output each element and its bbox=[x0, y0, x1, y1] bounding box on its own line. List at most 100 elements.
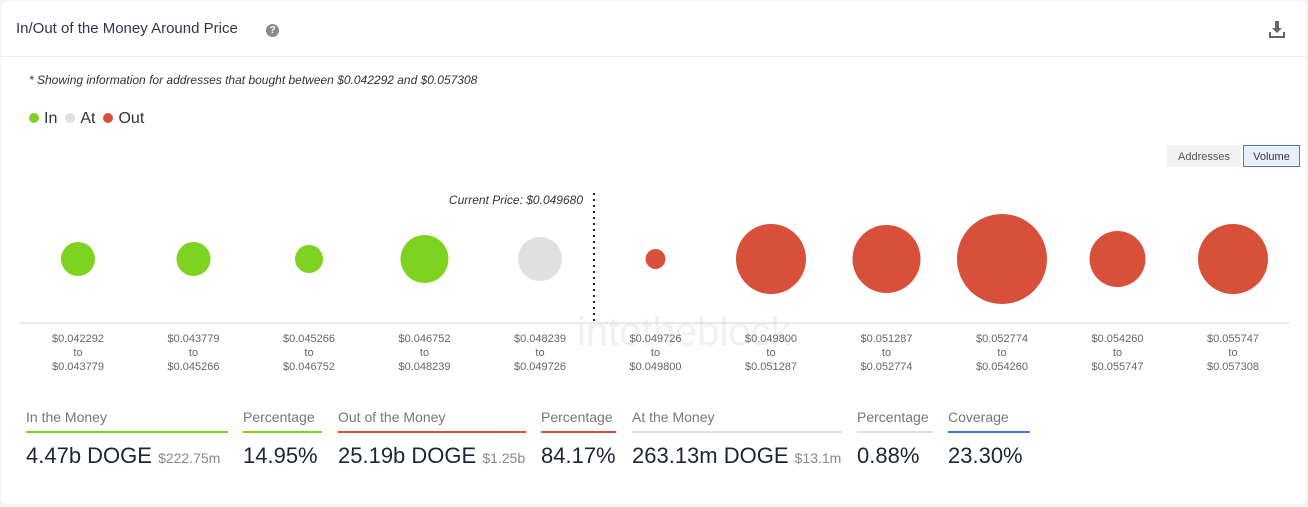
bubble-out[interactable] bbox=[1197, 223, 1269, 295]
stat-usd: $222.75m bbox=[158, 450, 221, 466]
stat-value: 23.30% bbox=[948, 443, 1030, 469]
bubble-in[interactable] bbox=[294, 244, 324, 274]
stat-underline bbox=[632, 431, 842, 433]
watermark: intotheblock bbox=[577, 310, 791, 354]
tick-to: to bbox=[1228, 347, 1237, 359]
tick-from: $0.051287 bbox=[861, 333, 913, 345]
stat-label: Coverage bbox=[948, 409, 1009, 425]
volume-toggle-button[interactable]: Volume bbox=[1243, 145, 1300, 167]
stat-value-text: 4.47b DOGE bbox=[26, 443, 152, 468]
stat-value-text: 0.88% bbox=[857, 443, 920, 468]
tick-to: to bbox=[189, 347, 198, 359]
stat-value: 84.17% bbox=[541, 443, 616, 469]
tick-from: $0.046752 bbox=[399, 333, 451, 345]
tick-to: to bbox=[73, 347, 82, 359]
tick-to: to bbox=[882, 347, 891, 359]
stat-value: 0.88% bbox=[857, 443, 933, 469]
tick-to-value: $0.051287 bbox=[745, 361, 797, 373]
stat-value: 25.19b DOGE $1.25b bbox=[338, 443, 526, 469]
stat-value-text: 23.30% bbox=[948, 443, 1023, 468]
stat-2: Out of the Money 25.19b DOGE $1.25b bbox=[338, 409, 526, 469]
bubble-at[interactable] bbox=[518, 237, 562, 281]
stat-label: In the Money bbox=[26, 409, 107, 425]
stat-underline bbox=[338, 431, 526, 433]
card-title: In/Out of the Money Around Price bbox=[16, 20, 238, 37]
tick-to: to bbox=[766, 347, 775, 359]
tick-from: $0.048239 bbox=[514, 333, 566, 345]
tick-to-value: $0.045266 bbox=[168, 361, 220, 373]
stat-value-text: 84.17% bbox=[541, 443, 616, 468]
stat-5: Percentage 0.88% bbox=[857, 409, 933, 469]
download-icon[interactable] bbox=[1268, 20, 1286, 40]
bubble-out[interactable] bbox=[957, 214, 1047, 304]
tick-to: to bbox=[420, 347, 429, 359]
tick-to-value: $0.043779 bbox=[52, 361, 104, 373]
stat-6: Coverage 23.30% bbox=[948, 409, 1030, 469]
legend-at-dot bbox=[65, 113, 76, 123]
stat-0: In the Money 4.47b DOGE $222.75m bbox=[26, 409, 228, 469]
tick-to-value: $0.048239 bbox=[399, 361, 451, 373]
stat-value: 4.47b DOGE $222.75m bbox=[26, 443, 228, 469]
iomap-card: In/Out of the Money Around Price ? * Sho… bbox=[1, 1, 1306, 504]
legend-in-dot bbox=[29, 113, 39, 123]
stat-value-text: 14.95% bbox=[243, 443, 318, 468]
legend: In At Out bbox=[29, 110, 144, 128]
tick-from: $0.054260 bbox=[1092, 333, 1144, 345]
stat-label: Percentage bbox=[243, 409, 315, 425]
stat-value: 263.13m DOGE $13.1m bbox=[632, 443, 842, 469]
stat-label: At the Money bbox=[632, 409, 715, 425]
tick-to: to bbox=[997, 347, 1006, 359]
current-price-label: Current Price: $0.049680 bbox=[449, 193, 583, 207]
stat-value: 14.95% bbox=[243, 443, 322, 469]
tick-to-value: $0.055747 bbox=[1092, 361, 1144, 373]
stat-value-text: 263.13m DOGE bbox=[632, 443, 789, 468]
legend-out[interactable]: Out bbox=[103, 110, 144, 128]
tick-to-value: $0.052774 bbox=[861, 361, 913, 373]
tick-from: $0.043779 bbox=[168, 333, 220, 345]
legend-out-dot bbox=[103, 113, 114, 123]
bubble-in[interactable] bbox=[60, 241, 96, 277]
stat-usd: $1.25b bbox=[482, 450, 526, 466]
tick-from: $0.045266 bbox=[283, 333, 335, 345]
tick-to: to bbox=[651, 347, 660, 359]
bubble-out[interactable] bbox=[645, 249, 666, 269]
header-divider bbox=[1, 56, 1306, 57]
help-icon[interactable]: ? bbox=[266, 24, 279, 37]
bubble-out[interactable] bbox=[735, 223, 807, 295]
tick-to-value: $0.046752 bbox=[283, 361, 335, 373]
tick-to-value: $0.057308 bbox=[1207, 361, 1259, 373]
tick-to: to bbox=[535, 347, 544, 359]
stat-4: At the Money 263.13m DOGE $13.1m bbox=[632, 409, 842, 469]
bubble-in[interactable] bbox=[176, 241, 211, 277]
bubble-in[interactable] bbox=[400, 235, 449, 283]
legend-at[interactable]: At bbox=[65, 110, 95, 128]
tick-to: to bbox=[304, 347, 313, 359]
tick-from: $0.049726 bbox=[630, 333, 682, 345]
stat-label: Percentage bbox=[541, 409, 613, 425]
bubble-out[interactable] bbox=[1089, 231, 1146, 287]
tick-from: $0.055747 bbox=[1207, 333, 1259, 345]
stat-1: Percentage 14.95% bbox=[243, 409, 322, 469]
tick-to-value: $0.049800 bbox=[630, 361, 682, 373]
bubble-chart: intotheblock Current Price: $0.049680 $0… bbox=[20, 193, 1289, 373]
tick-to-value: $0.054260 bbox=[976, 361, 1028, 373]
tick-to: to bbox=[1113, 347, 1122, 359]
stat-underline bbox=[243, 431, 322, 433]
tick-from: $0.049800 bbox=[745, 333, 797, 345]
addresses-toggle-button[interactable]: Addresses bbox=[1167, 145, 1241, 167]
stat-value-text: 25.19b DOGE bbox=[338, 443, 477, 468]
stat-usd: $13.1m bbox=[794, 450, 842, 466]
stat-label: Percentage bbox=[857, 409, 929, 425]
range-note: * Showing information for addresses that… bbox=[29, 73, 478, 87]
bubble-out[interactable] bbox=[852, 224, 921, 294]
legend-in[interactable]: In bbox=[29, 110, 57, 128]
tick-to-value: $0.049726 bbox=[514, 361, 566, 373]
tick-from: $0.042292 bbox=[52, 333, 104, 345]
stat-underline bbox=[26, 431, 228, 433]
stat-3: Percentage 84.17% bbox=[541, 409, 616, 469]
stat-underline bbox=[948, 431, 1030, 433]
stat-label: Out of the Money bbox=[338, 409, 446, 425]
stat-underline bbox=[541, 431, 616, 433]
tick-from: $0.052774 bbox=[976, 333, 1028, 345]
stat-underline bbox=[857, 431, 933, 433]
